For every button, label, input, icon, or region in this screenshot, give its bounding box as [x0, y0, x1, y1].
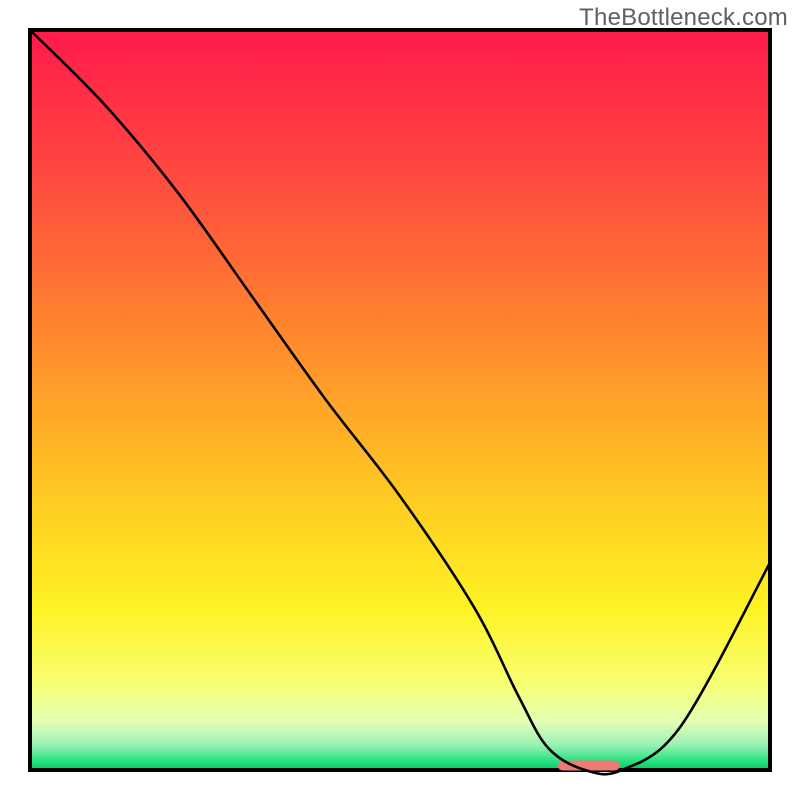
- watermark-text: TheBottleneck.com: [579, 4, 788, 32]
- plot-background: [30, 30, 770, 770]
- chart-container: { "watermark": "TheBottleneck.com", "cha…: [0, 0, 800, 800]
- bottleneck-curve-chart: [0, 0, 800, 800]
